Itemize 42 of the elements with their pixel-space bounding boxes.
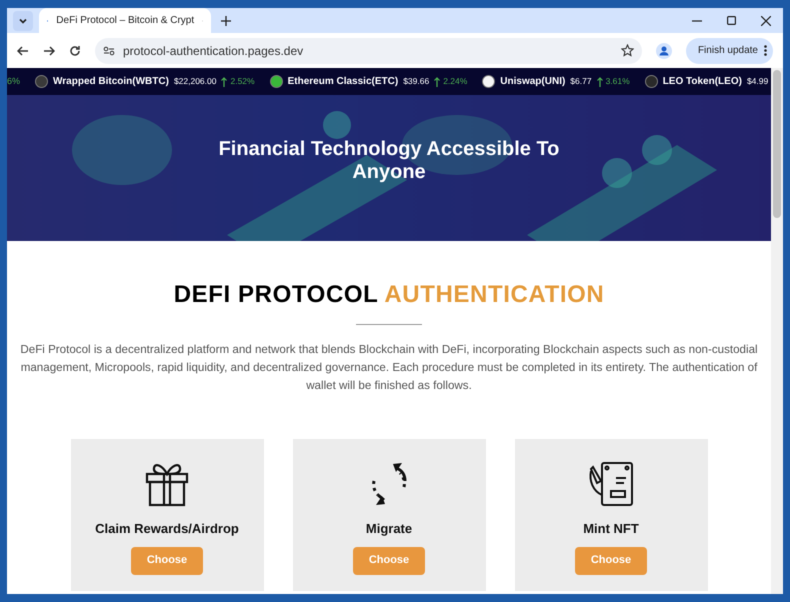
gift-icon: [144, 461, 190, 507]
hero-title: Financial Technology Accessible To Anyone: [218, 138, 560, 184]
price-change: 2.52%: [230, 75, 255, 88]
new-tab-icon[interactable]: [221, 16, 231, 26]
more-options-icon[interactable]: [764, 45, 767, 56]
bookmark-star-icon[interactable]: [620, 44, 634, 57]
tab-title: DeFi Protocol – Bitcoin & Crypt: [56, 14, 194, 28]
url-text: protocol-authentication.pages.dev: [123, 42, 304, 60]
card-title: Claim Rewards/Airdrop: [95, 520, 239, 538]
profile-avatar-icon[interactable]: [656, 42, 672, 58]
address-bar[interactable]: protocol-authentication.pages.dev: [95, 38, 642, 64]
minimize-icon[interactable]: [692, 20, 702, 22]
coin-name: Wrapped Bitcoin(WBTC): [53, 75, 169, 89]
up-arrow-icon: [596, 76, 603, 86]
close-window-icon[interactable]: [761, 16, 771, 26]
price-change: 6%: [7, 74, 20, 88]
document-with-pen-icon: [587, 461, 635, 507]
forward-icon[interactable]: [43, 44, 55, 56]
maximize-icon[interactable]: [727, 16, 736, 25]
finish-update-button[interactable]: Finish update: [686, 38, 773, 64]
tab-list-button[interactable]: [13, 10, 33, 30]
coin-name: Uniswap(UNI): [500, 75, 566, 89]
scrollbar-thumb[interactable]: [773, 70, 781, 218]
coin-price: $39.66: [403, 75, 430, 88]
site-settings-icon[interactable]: [103, 44, 115, 56]
coin-price: $4.99: [746, 75, 768, 88]
intro-paragraph: DeFi Protocol is a decentralized platform and network that blends Blockchain with DeFi, incorporating Blockchain aspects such as non-custodial management, Micropools, rapid liquidity, and decentralized governance. Each procedure must be completed in its entirety. The authentication of wallet will be finished as follows.: [19, 342, 759, 394]
back-icon[interactable]: [17, 44, 29, 56]
card-title: Migrate: [366, 520, 412, 538]
section-heading: DEFI PROTOCOL AUTHENTICATION: [174, 283, 604, 307]
coin-name: LEO Token(LEO): [662, 75, 742, 89]
up-arrow-icon: [221, 76, 228, 86]
card-title: Mint NFT: [583, 520, 639, 538]
scrollbar[interactable]: [771, 68, 783, 594]
reload-icon[interactable]: [69, 44, 81, 56]
price-change: 3.61%: [606, 75, 630, 88]
coin-price: $22,206.00: [174, 75, 216, 88]
browser-tab[interactable]: DeFi Protocol – Bitcoin & Crypt: [39, 8, 211, 33]
up-arrow-icon: [434, 76, 440, 86]
coin-name: Ethereum Classic(ETC): [288, 75, 398, 89]
price-change: 2.24%: [443, 75, 468, 88]
coin-price: $6.77: [570, 75, 592, 88]
